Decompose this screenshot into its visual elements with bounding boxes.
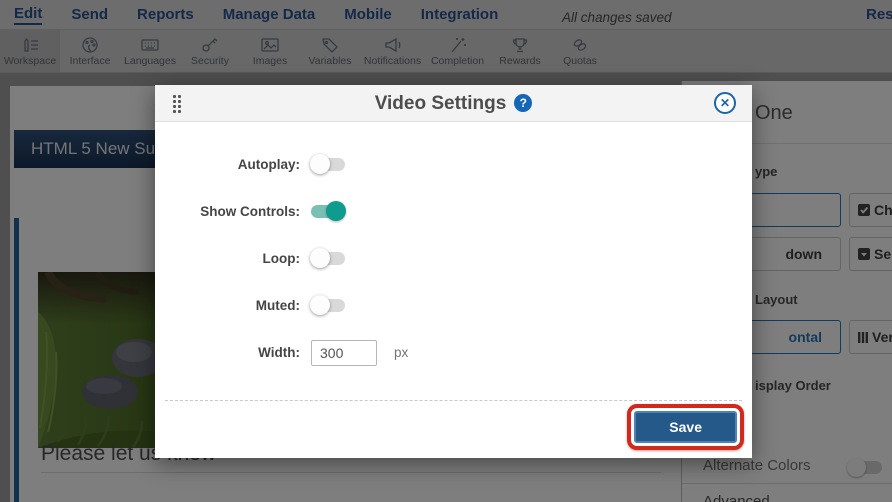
footer-separator xyxy=(165,400,742,401)
muted-row: Muted: xyxy=(155,282,752,329)
help-icon[interactable]: ? xyxy=(514,94,533,112)
show-controls-row: Show Controls: xyxy=(155,188,752,235)
toggle-knob xyxy=(310,154,330,174)
save-button[interactable]: Save xyxy=(634,411,737,443)
close-icon[interactable]: ✕ xyxy=(714,92,736,114)
modal-header: Video Settings? ✕ xyxy=(155,85,752,122)
show-controls-label: Show Controls: xyxy=(200,204,300,219)
loop-label: Loop: xyxy=(262,251,300,266)
muted-toggle[interactable] xyxy=(310,295,345,315)
save-button-highlight: Save xyxy=(627,404,744,450)
toggle-knob xyxy=(326,201,346,221)
video-settings-modal: Video Settings? ✕ Autoplay: Show Control… xyxy=(155,85,752,458)
loop-row: Loop: xyxy=(155,235,752,282)
width-unit: px xyxy=(394,345,409,360)
autoplay-row: Autoplay: xyxy=(155,141,752,188)
autoplay-toggle[interactable] xyxy=(310,154,345,174)
loop-toggle[interactable] xyxy=(310,248,345,268)
toggle-knob xyxy=(310,248,330,268)
width-input[interactable] xyxy=(311,339,377,366)
drag-handle-icon[interactable] xyxy=(172,94,182,113)
width-label: Width: xyxy=(258,345,300,360)
autoplay-label: Autoplay: xyxy=(237,157,300,172)
width-row: Width: px xyxy=(155,329,752,376)
toggle-knob xyxy=(310,295,330,315)
modal-body: Autoplay: Show Controls: Loop: Muted: Wi… xyxy=(155,122,752,376)
modal-title: Video Settings xyxy=(374,93,507,114)
show-controls-toggle[interactable] xyxy=(311,201,346,221)
muted-label: Muted: xyxy=(255,298,300,313)
